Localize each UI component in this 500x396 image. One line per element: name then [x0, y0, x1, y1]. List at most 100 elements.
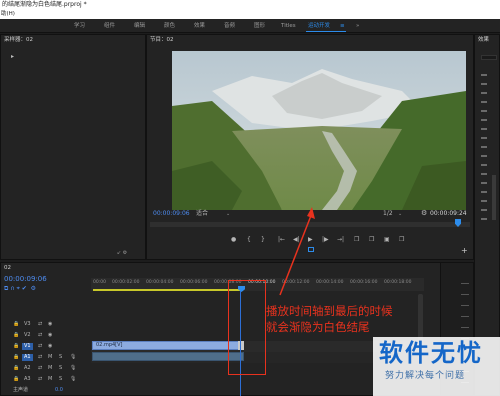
video-preview	[172, 51, 466, 210]
button-editor-icon[interactable]: ❐	[399, 236, 404, 244]
eye-icon[interactable]: ◉	[48, 321, 52, 328]
fit-chevron-down-icon[interactable]: ⌄	[226, 211, 230, 217]
track-header-a1: 🔒 A1 ⇄ M S 🎙	[0, 353, 91, 363]
eye-icon[interactable]: ◉	[48, 332, 52, 339]
track-label[interactable]: V1	[22, 343, 33, 350]
track-label[interactable]: A2	[24, 365, 31, 372]
workspace-menu-icon[interactable]: ≡	[340, 22, 345, 30]
microphone-icon[interactable]: 🎙	[70, 376, 76, 383]
ruler-tick: 00:00:02:00	[112, 280, 140, 285]
solo-button[interactable]: S	[59, 365, 62, 372]
video-clip[interactable]: 02.mp4[V]	[92, 341, 244, 350]
track-label[interactable]: V2	[24, 332, 31, 339]
workspace-tab-motion[interactable]: 运动开发	[308, 22, 330, 30]
solo-button[interactable]: S	[59, 376, 62, 383]
workspace-bar: 学习 组件 编辑 颜色 效果 音频 图形 Titles 运动开发 ≡ »	[0, 19, 500, 33]
lock-icon[interactable]: 🔒	[13, 365, 19, 372]
export-frame-icon[interactable]: ▣	[384, 236, 390, 244]
ruler-tick: 00:00:04:00	[146, 280, 174, 285]
mute-button[interactable]: M	[48, 376, 52, 383]
active-workspace-indicator	[306, 31, 346, 32]
audio-clip[interactable]	[92, 352, 244, 361]
timeline-sequence-tab[interactable]: 02	[1, 263, 473, 273]
track-header-a2: 🔒 A2 ⇄ M S 🎙	[0, 364, 91, 374]
lock-icon[interactable]: 🔒	[13, 332, 19, 339]
sync-lock-icon[interactable]: ⇄	[38, 376, 42, 383]
watermark-logo: 软件无忧	[379, 339, 483, 367]
program-timecode-current[interactable]: 00:00:09:06	[153, 210, 190, 218]
source-panel-title[interactable]: 采样器：02	[1, 35, 145, 45]
track-header-a3: 🔒 A3 ⇄ M S 🎙	[0, 375, 91, 385]
watermark-tagline: 努力解决每个问题	[385, 371, 466, 381]
lock-icon[interactable]: 🔒	[13, 376, 19, 383]
annotation-line-1: 播放时间轴到最后的时候	[266, 304, 393, 318]
ruler-tick: 00:00	[93, 280, 106, 285]
track-header-v1: 🔒 V1 ⇄ ◉	[0, 342, 91, 352]
go-to-out-icon[interactable]: →|	[337, 236, 344, 244]
resolution-dropdown[interactable]: 1/2	[383, 210, 393, 218]
track-label[interactable]: A1	[22, 354, 33, 361]
ruler-tick: 00:00:18:00	[384, 280, 412, 285]
effects-folder-list[interactable]	[481, 67, 487, 227]
program-timecode-duration: 00:00:09:24	[430, 210, 467, 217]
zoom-fit-dropdown[interactable]: 适合	[196, 210, 208, 218]
workspace-tab-assembly[interactable]: 组件	[104, 22, 115, 30]
sync-lock-icon[interactable]: ⇄	[38, 343, 42, 350]
mute-button[interactable]: M	[48, 365, 52, 372]
work-area-bar[interactable]	[93, 289, 243, 291]
settings-wrench-icon[interactable]: ⚙	[421, 209, 427, 217]
microphone-icon[interactable]: 🎙	[70, 354, 76, 361]
track-header-v2: 🔒 V2 ⇄ ◉	[0, 331, 91, 341]
lock-icon[interactable]: 🔒	[13, 321, 19, 328]
window-title: 的结尾渐隐为白色结尾.prproj *	[0, 0, 500, 10]
add-marker-icon[interactable]: ●	[231, 236, 236, 244]
mute-button[interactable]: M	[48, 354, 52, 361]
lock-icon[interactable]: 🔒	[13, 354, 19, 361]
sync-lock-icon[interactable]: ⇄	[38, 332, 42, 339]
mark-out-icon[interactable]: }	[261, 236, 265, 244]
workspace-tab-titles[interactable]: Titles	[281, 22, 296, 30]
clip-label: 02.mp4[V]	[96, 342, 123, 348]
annotation-line-2: 就会渐隐为白色结尾	[266, 320, 370, 334]
menu-help[interactable]: 助(H)	[0, 10, 500, 19]
workspace-tab-audio[interactable]: 音频	[224, 22, 235, 30]
program-monitor-title[interactable]: 节目：02	[147, 35, 473, 45]
track-label[interactable]: A3	[24, 376, 31, 383]
annotation-arrow-icon	[279, 207, 315, 296]
panel-menu-icon[interactable]: ▸	[11, 53, 14, 60]
ruler-tick: 00:00:06:00	[180, 280, 208, 285]
timeline-tool-icons[interactable]: ⧉ ∩ ⌖ ✔ ⚙	[4, 285, 36, 293]
workspace-tab-editing[interactable]: 编辑	[134, 22, 145, 30]
master-volume-value[interactable]: 0.0	[55, 387, 63, 394]
wrench-icon[interactable]: ↙ ⚙	[117, 250, 127, 256]
workspace-tab-effects[interactable]: 效果	[194, 22, 205, 30]
workspace-tab-graphics[interactable]: 图形	[254, 22, 265, 30]
extract-icon[interactable]: ❐	[369, 236, 374, 244]
annotation-box	[228, 280, 266, 375]
track-header-v3: 🔒 V3 ⇄ ◉	[0, 320, 91, 330]
sync-lock-icon[interactable]: ⇄	[38, 354, 42, 361]
workspace-tab-learn[interactable]: 学习	[74, 22, 85, 30]
effects-search-field[interactable]	[481, 55, 497, 60]
solo-button[interactable]: S	[59, 354, 62, 361]
effects-scrollbar[interactable]	[492, 175, 496, 220]
add-button-icon[interactable]: +	[461, 246, 468, 255]
mark-in-icon[interactable]: {	[247, 236, 251, 244]
sync-lock-icon[interactable]: ⇄	[38, 365, 42, 372]
ruler-tick: 00:00:14:00	[316, 280, 344, 285]
track-header-master: 主声道 0.0	[0, 386, 91, 396]
microphone-icon[interactable]: 🎙	[70, 365, 76, 372]
step-forward-icon[interactable]: |▶	[322, 236, 329, 244]
more-workspaces-icon[interactable]: »	[356, 22, 359, 30]
lock-icon[interactable]: 🔒	[13, 343, 19, 350]
lift-icon[interactable]: ❐	[354, 236, 359, 244]
eye-icon[interactable]: ◉	[48, 343, 52, 350]
master-track-label: 主声道	[13, 387, 29, 393]
workspace-tab-color[interactable]: 颜色	[164, 22, 175, 30]
ruler-tick: 00:00:16:00	[350, 280, 378, 285]
resolution-chevron-down-icon[interactable]: ⌄	[398, 211, 402, 217]
effects-panel-title[interactable]: 效果	[475, 35, 499, 45]
sync-lock-icon[interactable]: ⇄	[38, 321, 42, 328]
track-label[interactable]: V3	[24, 321, 31, 328]
timeline-timecode[interactable]: 00:00:09:06	[4, 275, 47, 283]
